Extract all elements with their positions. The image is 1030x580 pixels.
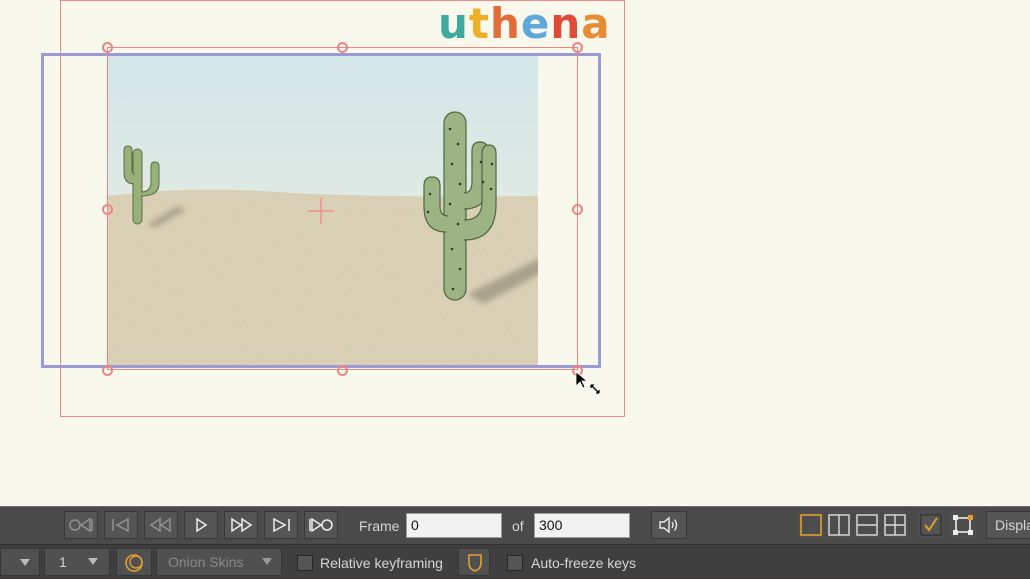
split-horizontal-view-button[interactable] (854, 511, 880, 539)
handle-middle-left[interactable] (102, 204, 113, 215)
onion-skins-dropdown[interactable]: Onion Skins (156, 548, 282, 576)
handle-bottom-left[interactable] (102, 365, 113, 376)
split-horizontal-icon (856, 514, 878, 536)
speaker-icon (659, 516, 678, 534)
audio-button[interactable] (651, 511, 687, 539)
transform-bounds-button[interactable] (950, 511, 976, 539)
handle-top-right[interactable] (572, 42, 583, 53)
auto-freeze-label: Auto-freeze keys (531, 555, 637, 571)
forward-to-end-icon (309, 517, 333, 533)
of-label: of (512, 518, 524, 534)
quad-view-button[interactable] (882, 511, 908, 539)
step-back-frame-button[interactable] (144, 511, 178, 539)
play-icon (196, 517, 208, 533)
rewind-to-start-icon (69, 517, 93, 533)
options-toolbar: 1 Onion Skins Relative keyframing Auto-f… (0, 545, 1030, 579)
transform-bounds-icon (953, 515, 973, 535)
handle-top-center[interactable] (337, 42, 348, 53)
step-back-key-button[interactable] (104, 511, 138, 539)
display-menu-button[interactable]: Display (986, 511, 1030, 539)
chevron-down-icon (262, 558, 272, 565)
single-view-button[interactable] (798, 511, 824, 539)
split-vertical-view-button[interactable] (826, 511, 852, 539)
split-vertical-icon (828, 514, 850, 536)
step-forward-frame-icon (231, 517, 253, 533)
relative-keyframing-checkbox[interactable] (297, 555, 313, 571)
resize-cursor-icon (575, 371, 600, 394)
step-forward-key-button[interactable] (264, 511, 298, 539)
frame-label: Frame (359, 518, 400, 534)
onion-skins-label: Onion Skins (168, 554, 244, 570)
play-button[interactable] (184, 511, 218, 539)
selection-bounding-box[interactable] (107, 47, 578, 370)
single-view-icon (800, 514, 822, 536)
rewind-to-start-button[interactable] (64, 511, 98, 539)
pivot-crosshair-icon[interactable] (308, 198, 334, 224)
step-back-frame-icon (149, 517, 171, 533)
canvas-viewport[interactable]: uthena (0, 0, 1030, 506)
total-frames-field[interactable]: 300 (534, 513, 630, 538)
toggle-check-button[interactable] (918, 511, 944, 539)
onion-skin-toggle[interactable] (116, 548, 152, 576)
forward-to-end-button[interactable] (304, 511, 338, 539)
chevron-down-icon (88, 558, 98, 565)
checkmark-icon (920, 514, 942, 536)
handle-middle-right[interactable] (572, 204, 583, 215)
layer-dropdown-arrow[interactable] (0, 548, 40, 576)
step-forward-frame-button[interactable] (224, 511, 258, 539)
shield-toggle-button[interactable] (458, 548, 490, 576)
onion-skin-icon (125, 554, 143, 572)
layer-number-select[interactable]: 1 (44, 548, 110, 576)
auto-freeze-checkbox[interactable] (507, 555, 523, 571)
transport-toolbar: Frame 0 of 300 Displ (0, 506, 1030, 545)
current-frame-field[interactable]: 0 (406, 513, 502, 538)
shield-icon (468, 554, 482, 572)
handle-bottom-center[interactable] (337, 365, 348, 376)
step-back-key-icon (112, 517, 129, 533)
quad-view-icon (884, 514, 906, 536)
step-forward-key-icon (273, 517, 290, 533)
handle-top-left[interactable] (102, 42, 113, 53)
layer-number-value: 1 (59, 554, 67, 570)
relative-keyframing-label: Relative keyframing (320, 555, 443, 571)
chevron-down-icon (20, 559, 30, 566)
